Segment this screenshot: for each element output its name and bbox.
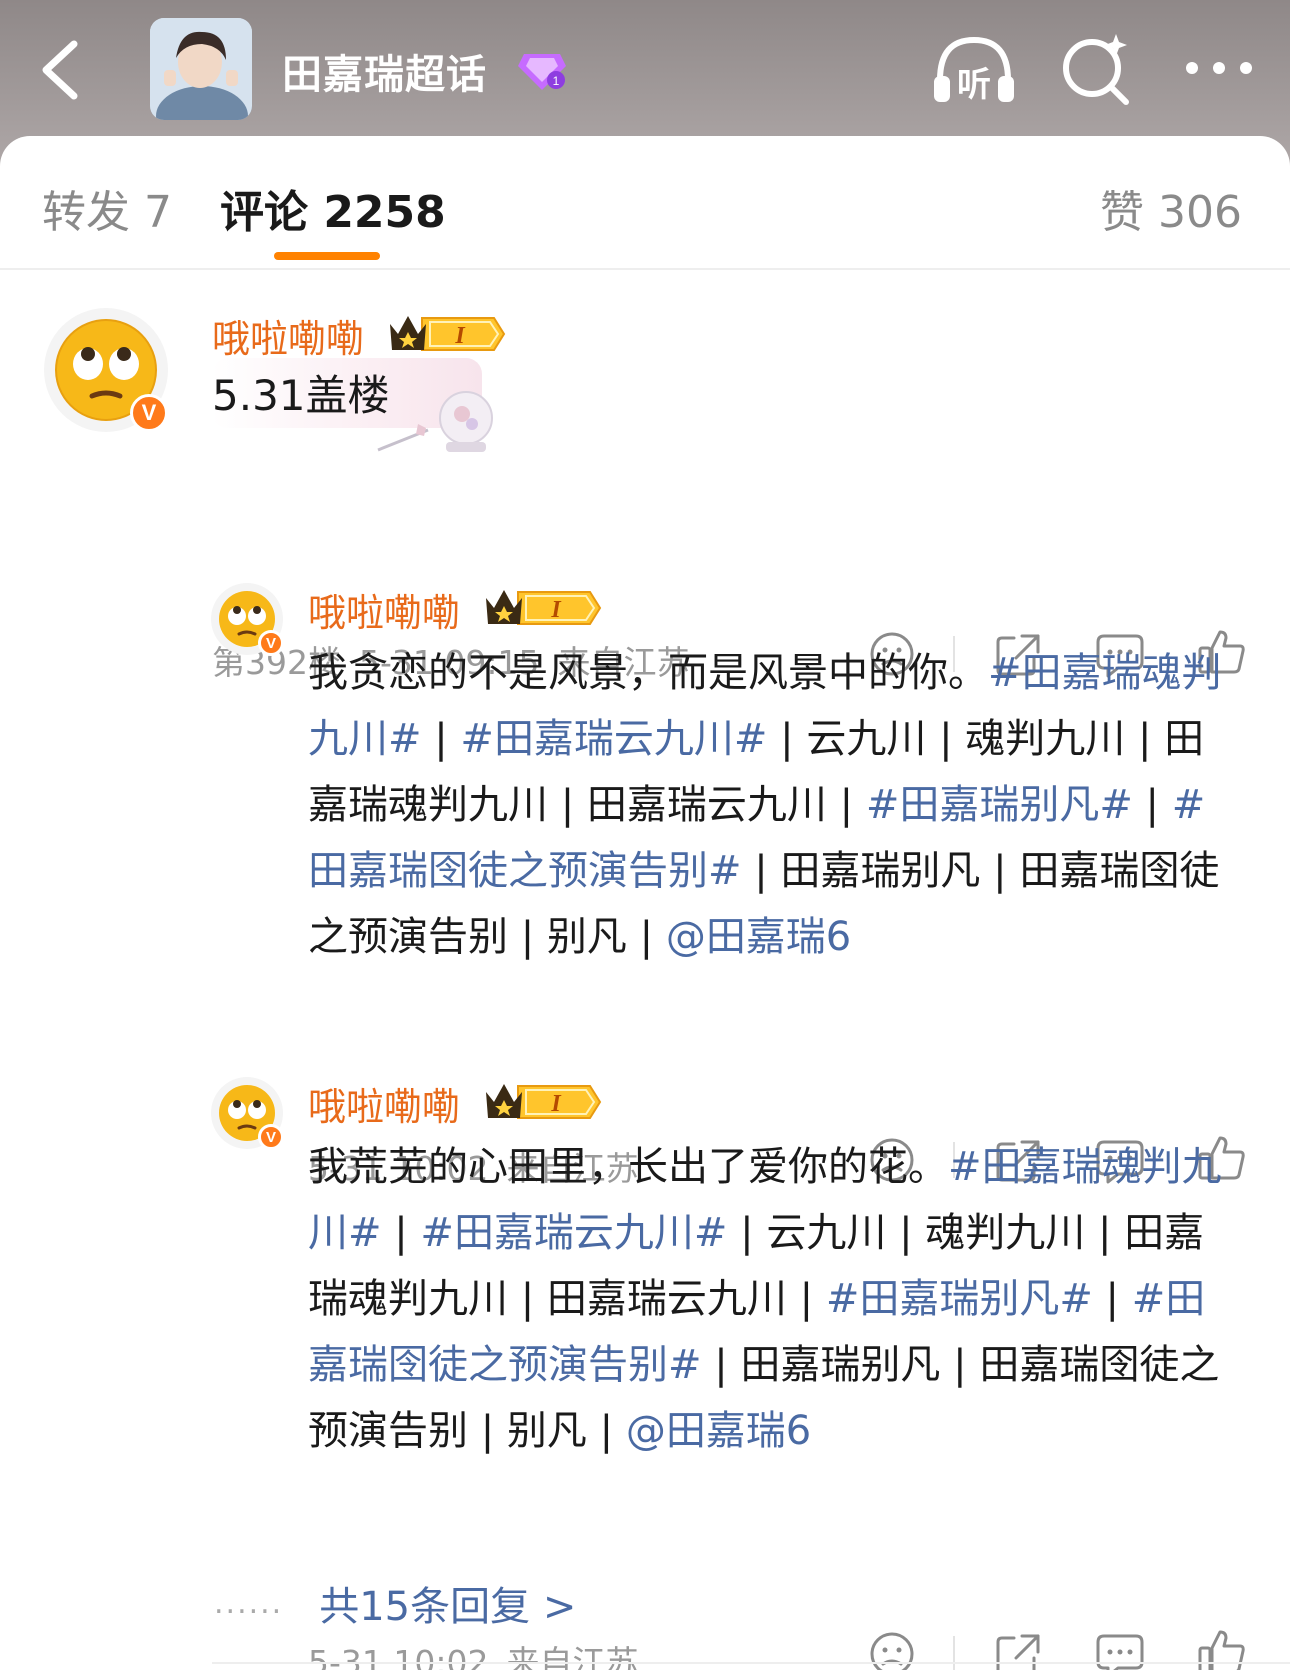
purple-diamond-badge: 1: [518, 54, 566, 90]
username[interactable]: 哦啦嘞嘞: [308, 1076, 460, 1131]
mention-link[interactable]: @田嘉瑞6: [626, 1408, 811, 1454]
topic-avatar[interactable]: [150, 18, 252, 120]
tab-like[interactable]: 赞 306: [1100, 176, 1242, 240]
listen-button[interactable]: 听: [930, 30, 1018, 108]
separator-text: |: [421, 716, 461, 762]
headphones-listen-icon: 听: [934, 36, 1014, 105]
dots-icon: ......: [214, 1585, 284, 1621]
divider: [0, 268, 1290, 270]
active-tab-indicator: [274, 252, 380, 260]
topic-title: 田嘉瑞超话: [282, 52, 487, 98]
username[interactable]: 哦啦嘞嘞: [212, 308, 364, 363]
crown-level-badge-icon: I: [390, 316, 506, 351]
reply-meta: 5-31 10:02 来自江苏: [308, 1636, 657, 1670]
svg-text:I: I: [550, 597, 562, 623]
tab-bar: 转发 7 评论 2258 赞 306: [0, 136, 1290, 268]
divider: [212, 1662, 1290, 1664]
more-replies-link[interactable]: 共15条回复 >: [319, 1584, 576, 1630]
hashtag-link[interactable]: #田嘉瑞别凡#: [826, 1276, 1093, 1322]
tab-forward[interactable]: 转发 7: [42, 176, 172, 240]
crown-level-badge-icon: I: [486, 1084, 602, 1119]
separator-text: |: [381, 1210, 421, 1256]
svg-text:1: 1: [553, 74, 560, 88]
location: 来自江苏: [506, 1643, 639, 1670]
svg-text:I: I: [550, 1091, 562, 1117]
action-divider: [953, 1636, 955, 1670]
ellipsis-icon: [1186, 62, 1252, 74]
chevron-left-icon: [42, 40, 78, 100]
more-replies-row: ...... 共15条回复 >: [214, 1574, 576, 1632]
hashtag-link[interactable]: #田嘉瑞云九川#: [420, 1210, 727, 1256]
reply-text: 我贪恋的不是风景，而是风景中的你。#田嘉瑞魂判九川# | #田嘉瑞云九川# | …: [308, 640, 1238, 970]
verified-badge-icon: V: [130, 394, 168, 432]
comments-panel: 转发 7 评论 2258 赞 306 V 哦啦嘞嘞 I 5.31盖楼 第392楼…: [0, 136, 1290, 1670]
username[interactable]: 哦啦嘞嘞: [308, 582, 460, 637]
mention-link[interactable]: @田嘉瑞6: [666, 914, 851, 960]
svg-text:I: I: [454, 323, 466, 349]
hashtag-link[interactable]: #田嘉瑞云九川#: [460, 716, 767, 762]
back-button[interactable]: [30, 35, 90, 105]
separator-text: |: [1132, 782, 1172, 828]
comment-text: 5.31盖楼: [212, 371, 390, 420]
crown-level-badge-icon: I: [486, 590, 602, 625]
verified-badge-icon: V: [258, 1124, 284, 1150]
tab-comment[interactable]: 评论 2258: [220, 176, 446, 240]
hashtag-link[interactable]: #田嘉瑞别凡#: [866, 782, 1133, 828]
search-button[interactable]: [1058, 30, 1138, 108]
verified-badge-icon: V: [258, 630, 284, 656]
reply-text: 我荒芜的心田里，长出了爱你的花。#田嘉瑞魂判九川# | #田嘉瑞云九川# | 云…: [308, 1134, 1238, 1464]
separator-text: |: [1092, 1276, 1132, 1322]
timestamp: 5-31 10:02: [308, 1643, 489, 1670]
reply-lead-text: 我贪恋的不是风景，而是风景中的你。: [308, 650, 988, 696]
svg-text:听: 听: [957, 65, 991, 105]
crystal-ball-sticker: [377, 391, 493, 452]
search-sparkle-icon: [1063, 34, 1129, 105]
more-button[interactable]: [1176, 44, 1262, 92]
reply-lead-text: 我荒芜的心田里，长出了爱你的花。: [308, 1144, 948, 1190]
